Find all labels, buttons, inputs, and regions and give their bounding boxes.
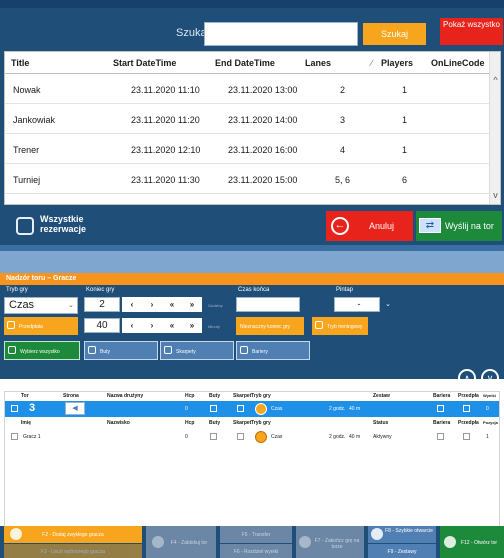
lane-checkbox[interactable] — [11, 405, 18, 412]
quick-open-button[interactable]: F8 - Szybkie otwarcie — [368, 526, 436, 543]
pintap-chevron-icon: ⌄ — [385, 301, 391, 308]
chevron-down-icon: ⌄ — [68, 302, 74, 309]
end-game-button[interactable]: F7 - Zakończ grę na torze — [296, 526, 364, 558]
hours-value[interactable]: 2 — [84, 297, 120, 312]
prepayment-option[interactable]: Przedpłata — [4, 317, 78, 335]
split-scores-button[interactable]: F6 - Rozdziel wyniki — [220, 544, 292, 558]
hours-decrease-button[interactable]: ‹ — [122, 297, 142, 312]
panel-title: Nadzór toru – Gracze — [0, 273, 504, 285]
training-mode-option[interactable]: Tryb treningowy — [312, 317, 368, 335]
lanes-table: Tor Strona Nazwa drużyny Hcp Buty Skarpe… — [4, 391, 500, 541]
shoes-option[interactable]: Buty — [84, 341, 158, 360]
minutes-decrease-button[interactable]: ‹ — [122, 318, 142, 333]
send-to-lane-button[interactable]: ⇄ Wyślij na tor — [416, 211, 502, 241]
socks-option[interactable]: Skarpety — [160, 341, 234, 360]
pintap-select[interactable]: - ⌄ — [334, 297, 391, 312]
search-button[interactable]: Szukaj — [363, 23, 426, 45]
end-time-label: Czas końca — [238, 287, 270, 293]
add-player-button[interactable]: F2 - Dodaj zwykłego gracza — [4, 526, 142, 543]
game-settings: Tryb gry Koniec gry Czas końca Pintap Cz… — [0, 285, 504, 387]
table-header: Title Start DateTime End DateTime Lanes … — [5, 52, 491, 74]
player-row[interactable]: Gracz 1 0 Czas 2 godz. 40 m Aktywny 1 — [5, 429, 499, 445]
dialog-top-line — [0, 0, 504, 8]
col-title[interactable]: Title — [11, 58, 29, 68]
clock-icon — [255, 431, 267, 443]
show-all-button[interactable]: Pokaż wszystko — [440, 18, 503, 45]
hours-unit: Godziny — [208, 303, 223, 308]
minutes-unit: Minuty — [208, 324, 220, 329]
back-arrow-icon: ← — [331, 217, 349, 235]
sort-arrow-icon: ⁄ — [371, 58, 373, 68]
sets-button[interactable]: F9 - Zestawy — [368, 544, 436, 558]
clock-icon — [255, 403, 267, 415]
col-end[interactable]: End DateTime — [215, 58, 275, 68]
background-strip-inner — [0, 251, 504, 273]
table-row[interactable]: Turniej 23.11.2020 11:30 23.11.2020 15:0… — [5, 165, 491, 194]
scroll-down-circle-icon[interactable]: ∨ — [481, 369, 499, 387]
minutes-increase-button[interactable]: › — [142, 318, 162, 333]
table-row[interactable]: Jankowiak 23.11.2020 11:20 23.11.2020 14… — [5, 105, 491, 134]
function-key-bar: F2 - Dodaj zwykłego gracza F3 - Usuń wyb… — [0, 526, 504, 558]
all-reservations-checkbox[interactable] — [16, 217, 34, 235]
col-start[interactable]: Start DateTime — [113, 58, 176, 68]
all-reservations-label: Wszystkie rezerwacje — [40, 214, 87, 234]
minutes-value[interactable]: 40 — [84, 318, 120, 333]
game-mode-label: Tryb gry — [6, 287, 28, 293]
hours-min-button[interactable]: « — [162, 297, 182, 312]
open-lane-button[interactable]: F12 - Otwórz tor — [440, 526, 504, 558]
reservations-dialog: Szukaj: Szukaj Pokaż wszystko Title Star… — [0, 0, 504, 245]
cancel-button[interactable]: ← Anuluj — [326, 211, 413, 241]
minutes-min-button[interactable]: « — [162, 318, 182, 333]
scroll-up-circle-icon[interactable]: ∧ — [458, 369, 476, 387]
lock-lane-button[interactable]: F4 - Zablokuj tor — [146, 526, 216, 558]
hours-increase-button[interactable]: › — [142, 297, 162, 312]
table-row[interactable]: Trener 23.11.2020 12:10 23.11.2020 16:00… — [5, 135, 491, 164]
col-code[interactable]: OnLineCode — [431, 58, 485, 68]
player-checkbox[interactable] — [11, 433, 18, 440]
unknown-end-option[interactable]: Nieznaczny koniec gry — [236, 317, 304, 335]
transfer-button[interactable]: F5 - Transfer — [220, 526, 292, 543]
minutes-max-button[interactable]: » — [182, 318, 202, 333]
col-players[interactable]: Players — [381, 58, 413, 68]
end-time-field[interactable] — [236, 297, 300, 312]
send-icon: ⇄ — [419, 218, 441, 233]
lane-side-button[interactable]: ◀ — [65, 402, 85, 415]
search-input[interactable] — [204, 22, 358, 46]
scroll-up-icon[interactable]: ^ — [490, 75, 500, 85]
pintap-label: Pintap — [336, 287, 354, 293]
lane-row[interactable]: 3 ◀ 0 Czas 2 godz. 40 m 0 — [5, 401, 499, 417]
remove-player-button[interactable]: F3 - Usuń wybranego gracza — [4, 544, 142, 558]
scroll-down-icon[interactable]: v — [490, 190, 500, 200]
barriers-option[interactable]: Bariery — [236, 341, 310, 360]
game-end-label: Koniec gry — [86, 287, 115, 293]
table-scrollbar[interactable]: ^ v — [489, 52, 500, 204]
reservations-table: Title Start DateTime End DateTime Lanes … — [4, 51, 501, 205]
table-row[interactable]: Nowak 23.11.2020 11:10 23.11.2020 13:00 … — [5, 75, 491, 104]
hours-max-button[interactable]: » — [182, 297, 202, 312]
lane-panel: Nadzór toru – Gracze Tryb gry Koniec gry… — [0, 273, 504, 558]
select-all-option[interactable]: Wybierz wszystko — [4, 341, 80, 360]
game-mode-select[interactable]: Czas ⌄ — [4, 297, 78, 314]
col-lanes[interactable]: Lanes — [305, 58, 331, 68]
